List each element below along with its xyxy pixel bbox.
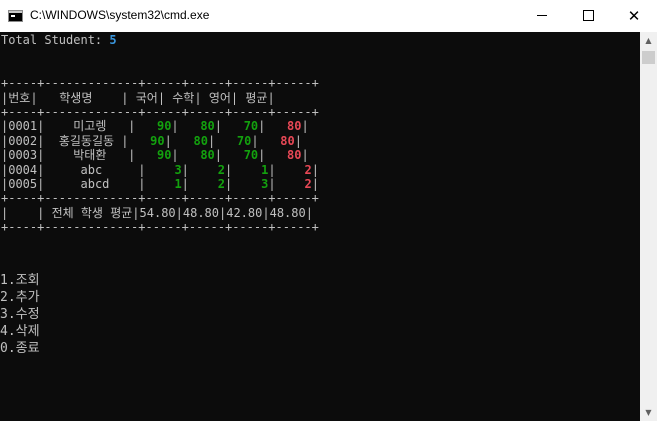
row-name: 홍길동길동 [58, 133, 115, 148]
row-kor: 3 [174, 162, 182, 177]
summary-kor: 54.80 [139, 205, 176, 220]
row-no: 0003 [8, 148, 38, 163]
row-math: 80 [200, 148, 215, 163]
menu-item-delete: 4.삭제 [0, 324, 40, 339]
row-name: abc [80, 162, 103, 177]
window-title: C:\WINDOWS\system32\cmd.exe [30, 8, 210, 22]
score-table: Total Student: 5 +----+-------------+---… [1, 33, 319, 235]
row-eng: 1 [261, 162, 269, 177]
cmd-icon [8, 10, 23, 22]
row-name: 박태환 [73, 148, 107, 163]
col-no: 번호 [8, 90, 31, 105]
row-no: 0001 [8, 119, 38, 134]
total-label: Total Student: [1, 33, 110, 47]
row-name: 미고렝 [73, 119, 107, 134]
console-output[interactable]: Total Student: 5 +----+-------------+---… [0, 32, 640, 421]
row-avg: 80 [287, 119, 302, 134]
menu-item-add: 2.추가 [0, 290, 40, 305]
scroll-thumb[interactable] [642, 51, 655, 64]
col-math: 수학 [172, 90, 195, 105]
row-no: 0004 [8, 162, 38, 177]
row-avg: 80 [287, 148, 302, 163]
summary-eng: 42.80 [226, 205, 263, 220]
maximize-icon [582, 10, 594, 21]
row-math: 80 [193, 133, 208, 148]
row-avg: 2 [304, 162, 312, 177]
row-kor: 90 [150, 133, 165, 148]
row-kor: 90 [156, 148, 172, 163]
row-eng: 70 [243, 119, 259, 134]
scroll-down-icon[interactable]: ▼ [640, 404, 657, 421]
row-name: abcd [80, 177, 110, 192]
menu-item-edit: 3.수정 [0, 307, 40, 322]
row-avg: 2 [304, 177, 312, 192]
close-icon: ✕ [627, 6, 641, 25]
summary-avg: 48.80 [269, 205, 306, 220]
col-eng: 영어 [208, 90, 231, 105]
title-bar[interactable]: C:\WINDOWS\system32\cmd.exe ✕ [0, 0, 657, 33]
row-eng: 3 [261, 177, 269, 192]
menu-item-exit: 0.종료 [0, 341, 40, 356]
scroll-up-icon[interactable]: ▲ [640, 32, 657, 49]
maximize-button[interactable] [565, 0, 611, 31]
row-eng: 70 [243, 148, 259, 163]
minimize-icon [537, 15, 547, 16]
summary-math: 48.80 [182, 205, 219, 220]
col-name: 학생명 [59, 90, 93, 105]
row-math: 2 [217, 162, 226, 177]
close-button[interactable]: ✕ [611, 0, 657, 31]
row-no: 0005 [8, 177, 38, 192]
row-no: 0002 [8, 133, 38, 148]
row-kor: 90 [156, 119, 172, 134]
summary-label: 전체 학생 평균 [51, 205, 133, 220]
menu-list: 1.조회 2.추가 3.수정 4.삭제 0.종료 [0, 272, 40, 357]
row-math: 2 [217, 177, 226, 192]
minimize-button[interactable] [519, 0, 565, 31]
vertical-scrollbar[interactable]: ▲ ▼ [640, 32, 657, 421]
row-avg: 80 [280, 133, 295, 148]
row-eng: 70 [236, 133, 252, 148]
menu-item-view: 1.조회 [0, 273, 40, 288]
row-math: 80 [200, 119, 215, 134]
col-kor: 국어 [135, 90, 158, 105]
col-avg: 평균 [245, 90, 268, 105]
row-kor: 1 [174, 177, 182, 192]
total-value: 5 [109, 33, 117, 47]
